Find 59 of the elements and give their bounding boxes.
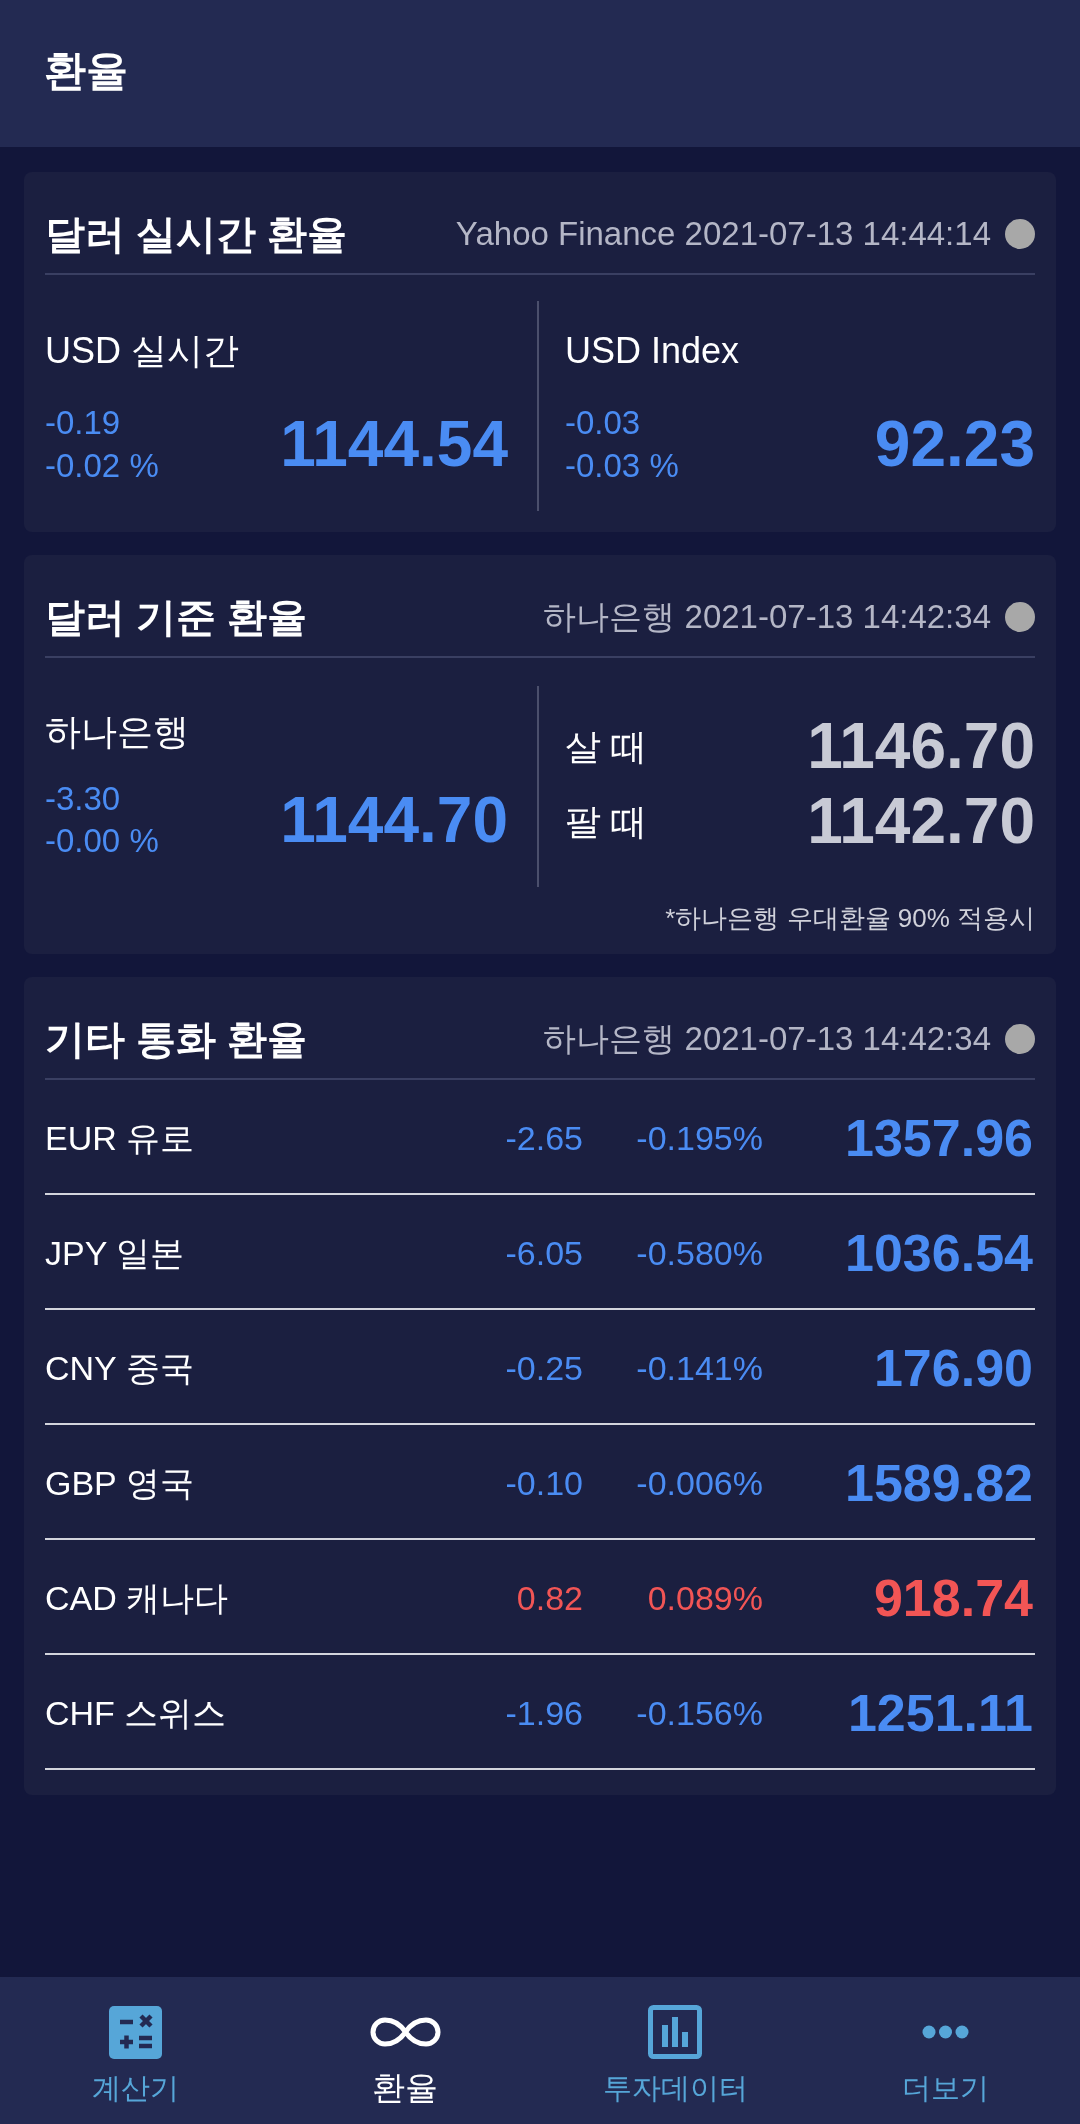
section-title: 달러 실시간 환율 [45,210,348,258]
nav-tab[interactable]: 투자데이터 [540,1977,810,2124]
rate-value: 1589.82 [844,1453,1034,1514]
currency-name: CHF 스위스 [45,1693,228,1734]
footnote-text: *하나은행 우대환율 90% 적용시 [665,903,1035,933]
rate-value: 176.90 [872,1338,1034,1399]
section-title: 달러 기준 환율 [45,593,308,641]
rate-value: 1251.11 [846,1683,1034,1744]
change-amount: 0.82 [515,1578,583,1619]
change-amount: -0.10 [504,1463,583,1504]
nav-tab[interactable]: 계산기 [0,1977,270,2124]
rate-value: 92.23 [874,408,1035,480]
status-dot-icon [1005,218,1035,249]
section-title: 기타 통화 환율 [45,1015,308,1063]
rate-label: USD 실시간 [45,329,240,373]
rate-value: 918.74 [872,1568,1034,1629]
source-timestamp: 하나은행 2021-07-13 14:42:34 [543,596,991,637]
change-percent: -0.195% [635,1118,763,1159]
status-dot-icon [1005,601,1035,632]
more-icon [921,2025,969,2039]
currency-name: EUR 유로 [45,1118,196,1159]
quote-label: 팔 때 [565,799,647,844]
change-amount: -0.25 [504,1348,583,1389]
change-amount: -6.05 [504,1233,583,1274]
rate-label: USD Index [565,329,741,373]
source-timestamp: 하나은행 2021-07-13 14:42:34 [543,1018,991,1059]
rate-value: 1144.54 [280,408,508,480]
change-percent: -0.006% [635,1463,763,1504]
rate-value: 1144.70 [280,784,508,856]
source-timestamp: Yahoo Finance 2021-07-13 14:44:14 [455,213,991,254]
bar-chart-icon [648,2005,702,2059]
currency-name: JPY 일본 [45,1233,186,1274]
change-percent: -0.03 % [565,446,679,486]
quote-value: 1142.70 [807,786,1035,857]
change-percent: -0.02 % [45,446,159,486]
currency-name: GBP 영국 [45,1463,195,1504]
change-percent: -0.156% [635,1693,763,1734]
rate-value: 1357.96 [844,1108,1034,1169]
currency-name: CNY 중국 [45,1348,195,1389]
nav-tab[interactable]: 환율 [270,1977,540,2124]
rate-label: 하나은행 [45,710,190,754]
calculator-icon [108,2005,162,2059]
change-percent: 0.089% [646,1578,763,1619]
page-title: 환율 [44,46,128,97]
change-amount: -2.65 [504,1118,583,1159]
change-amount: -3.30 [45,779,122,819]
change-percent: -0.00 % [45,821,159,861]
quote-value: 1146.70 [807,711,1035,782]
infinity-icon [369,2015,441,2049]
change-amount: -0.19 [45,403,122,443]
nav-tab[interactable]: 더보기 [810,1977,1080,2124]
change-amount: -1.96 [504,1693,583,1734]
change-percent: -0.141% [635,1348,763,1389]
quote-label: 살 때 [565,724,647,769]
currency-name: CAD 캐나다 [45,1578,230,1619]
change-amount: -0.03 [565,403,642,443]
rate-value: 1036.54 [844,1223,1034,1284]
change-percent: -0.580% [635,1233,763,1274]
status-dot-icon [1005,1023,1035,1054]
